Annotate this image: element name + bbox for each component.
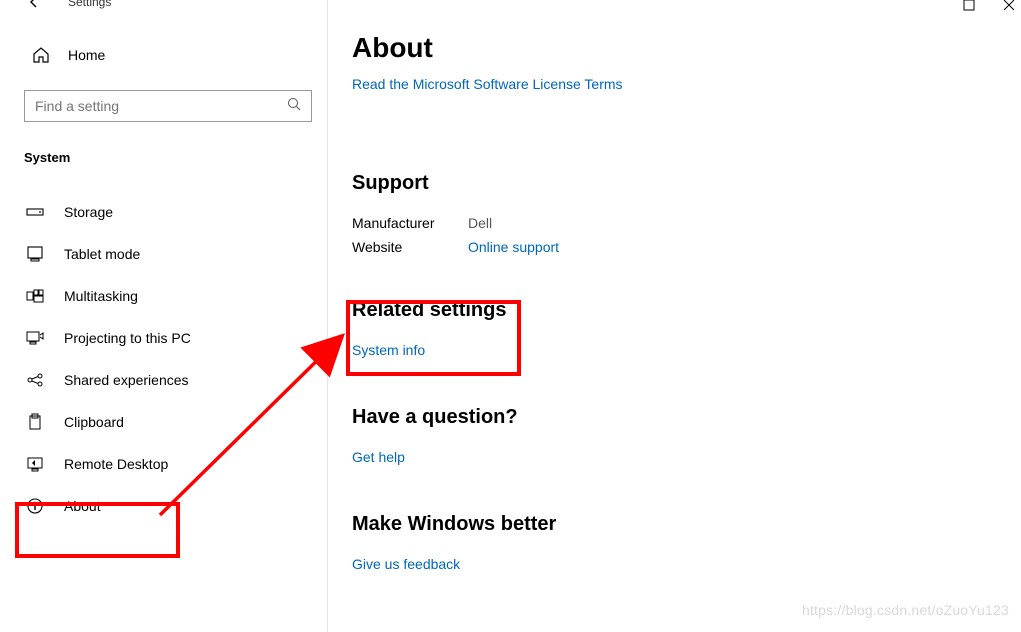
nav-label: Tablet mode [64,246,140,262]
clipboard-icon [26,413,44,431]
sidebar: Home System Storage Tablet mode Multitas… [0,0,328,632]
sidebar-item-tablet-mode[interactable]: Tablet mode [24,233,313,275]
content-pane: About Read the Microsoft Software Licens… [328,0,1021,632]
home-label: Home [68,47,105,63]
nav-label: Shared experiences [64,372,189,388]
website-value[interactable]: Online support [468,239,559,255]
manufacturer-value: Dell [468,215,492,231]
sidebar-item-multitasking[interactable]: Multitasking [24,275,313,317]
nav-label: Multitasking [64,288,138,304]
system-info-link[interactable]: System info [352,342,1021,358]
project-icon [26,329,44,347]
search-input-container[interactable] [24,90,312,122]
home-nav[interactable]: Home [24,42,313,68]
shared-icon [26,371,44,389]
feedback-heading: Make Windows better [352,513,1021,536]
nav-label: Storage [64,204,113,220]
support-heading: Support [352,172,1021,195]
nav-label: Clipboard [64,414,124,430]
website-label: Website [352,239,468,255]
question-heading: Have a question? [352,406,1021,429]
tablet-icon [26,245,44,263]
about-icon [26,497,44,515]
nav-label: Projecting to this PC [64,330,191,346]
sidebar-item-shared[interactable]: Shared experiences [24,359,313,401]
page-title: About [352,32,1021,64]
sidebar-item-about[interactable]: About [24,485,313,527]
nav-label: About [64,498,101,514]
home-icon [32,46,50,64]
back-button[interactable] [24,0,44,12]
license-link[interactable]: Read the Microsoft Software License Term… [352,76,623,92]
search-icon [287,97,301,116]
sidebar-item-clipboard[interactable]: Clipboard [24,401,313,443]
maximize-button[interactable] [963,0,975,16]
search-input[interactable] [35,98,287,114]
sidebar-item-storage[interactable]: Storage [24,191,313,233]
manufacturer-label: Manufacturer [352,215,468,231]
category-heading: System [24,150,313,165]
get-help-link[interactable]: Get help [352,449,1021,465]
window-title: Settings [68,0,111,9]
sidebar-item-projecting[interactable]: Projecting to this PC [24,317,313,359]
feedback-link[interactable]: Give us feedback [352,556,1021,572]
related-heading: Related settings [352,299,1021,322]
close-button[interactable] [1003,0,1015,16]
watermark: https://blog.csdn.net/oZuoYu123 [802,602,1009,618]
sidebar-item-remote[interactable]: Remote Desktop [24,443,313,485]
storage-icon [26,203,44,221]
nav-label: Remote Desktop [64,456,168,472]
multitask-icon [26,287,44,305]
remote-icon [26,455,44,473]
